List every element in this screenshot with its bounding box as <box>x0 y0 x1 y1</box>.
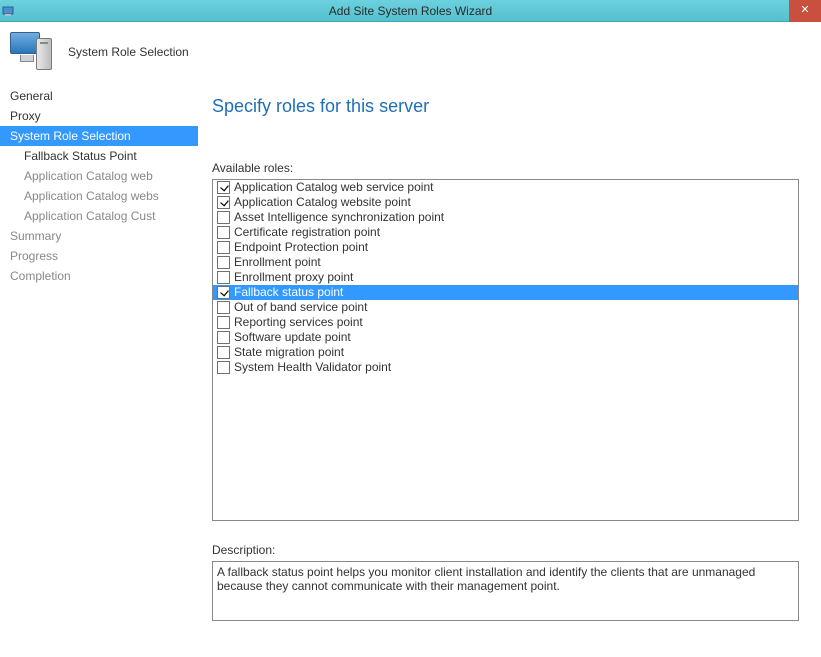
wizard-step[interactable]: Completion <box>0 266 198 286</box>
role-checkbox[interactable] <box>217 211 230 224</box>
role-row[interactable]: Asset Intelligence synchronization point <box>213 210 798 225</box>
wizard-step[interactable]: System Role Selection <box>0 126 198 146</box>
wizard-step-label: Application Catalog Cust <box>24 209 155 223</box>
role-label: Endpoint Protection point <box>234 240 368 255</box>
wizard-step[interactable]: Application Catalog web <box>0 166 198 186</box>
role-row[interactable]: Enrollment proxy point <box>213 270 798 285</box>
role-row[interactable]: State migration point <box>213 345 798 360</box>
role-label: Fallback status point <box>234 285 343 300</box>
wizard-step-label: Progress <box>10 249 58 263</box>
role-row[interactable]: Application Catalog web service point <box>213 180 798 195</box>
wizard-step-label: Application Catalog web <box>24 169 153 183</box>
role-checkbox[interactable] <box>217 226 230 239</box>
role-checkbox[interactable] <box>217 346 230 359</box>
wizard-step[interactable]: Progress <box>0 246 198 266</box>
role-row[interactable]: Software update point <box>213 330 798 345</box>
wizard-step-label: Proxy <box>10 109 41 123</box>
role-checkbox[interactable] <box>217 181 230 194</box>
role-checkbox[interactable] <box>217 256 230 269</box>
window-title: Add Site System Roles Wizard <box>329 4 492 18</box>
role-label: Out of band service point <box>234 300 367 315</box>
role-label: Reporting services point <box>234 315 363 330</box>
role-checkbox[interactable] <box>217 271 230 284</box>
role-checkbox[interactable] <box>217 316 230 329</box>
role-row[interactable]: Out of band service point <box>213 300 798 315</box>
wizard-step-label: Completion <box>10 269 71 283</box>
description-textbox: A fallback status point helps you monito… <box>212 561 799 621</box>
available-roles-label: Available roles: <box>212 161 799 175</box>
wizard-step[interactable]: Summary <box>0 226 198 246</box>
role-checkbox[interactable] <box>217 331 230 344</box>
role-label: System Health Validator point <box>234 360 391 375</box>
role-row[interactable]: System Health Validator point <box>213 360 798 375</box>
role-label: Software update point <box>234 330 351 345</box>
role-checkbox[interactable] <box>217 241 230 254</box>
window-system-icon <box>2 3 16 17</box>
title-bar: Add Site System Roles Wizard ✕ <box>0 0 821 22</box>
wizard-step[interactable]: Application Catalog Cust <box>0 206 198 226</box>
wizard-step-label: General <box>10 89 53 103</box>
wizard-step-label: Application Catalog webs <box>24 189 159 203</box>
wizard-step[interactable]: Proxy <box>0 106 198 126</box>
role-label: Certificate registration point <box>234 225 380 240</box>
wizard-step[interactable]: General <box>0 86 198 106</box>
role-label: Enrollment proxy point <box>234 270 353 285</box>
close-button[interactable]: ✕ <box>789 0 821 22</box>
role-checkbox[interactable] <box>217 361 230 374</box>
wizard-header: System Role Selection <box>0 22 821 82</box>
role-label: State migration point <box>234 345 344 360</box>
role-label: Application Catalog web service point <box>234 180 433 195</box>
wizard-header-title: System Role Selection <box>68 45 189 59</box>
description-label: Description: <box>212 543 799 557</box>
description-text: A fallback status point helps you monito… <box>217 565 755 593</box>
role-row[interactable]: Application Catalog website point <box>213 195 798 210</box>
wizard-step-label: Summary <box>10 229 61 243</box>
close-icon: ✕ <box>800 4 809 16</box>
role-row[interactable]: Fallback status point <box>213 285 798 300</box>
wizard-step[interactable]: Application Catalog webs <box>0 186 198 206</box>
role-checkbox[interactable] <box>217 301 230 314</box>
page-heading: Specify roles for this server <box>212 96 799 117</box>
role-row[interactable]: Enrollment point <box>213 255 798 270</box>
role-row[interactable]: Reporting services point <box>213 315 798 330</box>
wizard-step-label: Fallback Status Point <box>24 149 137 163</box>
role-label: Enrollment point <box>234 255 321 270</box>
server-role-icon <box>10 30 58 74</box>
role-checkbox[interactable] <box>217 196 230 209</box>
role-label: Asset Intelligence synchronization point <box>234 210 444 225</box>
main-panel: Specify roles for this server Available … <box>198 82 821 657</box>
role-row[interactable]: Certificate registration point <box>213 225 798 240</box>
role-row[interactable]: Endpoint Protection point <box>213 240 798 255</box>
wizard-step[interactable]: Fallback Status Point <box>0 146 198 166</box>
wizard-step-label: System Role Selection <box>10 129 131 143</box>
role-label: Application Catalog website point <box>234 195 411 210</box>
role-checkbox[interactable] <box>217 286 230 299</box>
available-roles-listbox[interactable]: Application Catalog web service pointApp… <box>212 179 799 521</box>
wizard-steps-sidebar: General Proxy System Role Selection Fallbac… <box>0 82 198 657</box>
